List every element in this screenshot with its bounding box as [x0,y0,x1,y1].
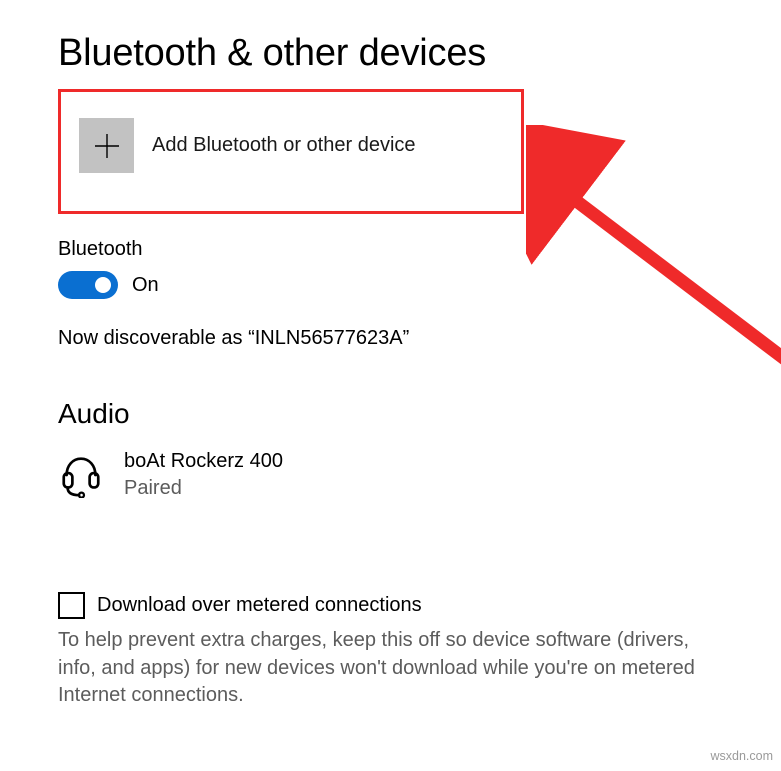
page-title: Bluetooth & other devices [58,32,723,75]
metered-description: To help prevent extra charges, keep this… [58,627,698,710]
watermark: wsxdn.com [710,749,773,763]
device-status: Paired [124,475,283,502]
bluetooth-toggle[interactable] [58,271,118,299]
bluetooth-label: Bluetooth [58,238,723,261]
device-name: boAt Rockerz 400 [124,448,283,475]
metered-checkbox[interactable] [58,592,85,619]
plus-icon [79,118,134,173]
add-device-label: Add Bluetooth or other device [152,134,416,157]
audio-device-item[interactable]: boAt Rockerz 400 Paired [58,444,723,506]
toggle-knob [95,277,111,293]
metered-checkbox-label: Download over metered connections [97,594,422,617]
audio-heading: Audio [58,398,723,430]
add-device-button[interactable]: Add Bluetooth or other device [58,89,524,214]
bluetooth-discoverable-text: Now discoverable as “INLN56577623A” [58,327,723,350]
bluetooth-toggle-state: On [132,274,159,297]
headset-icon [58,452,104,498]
